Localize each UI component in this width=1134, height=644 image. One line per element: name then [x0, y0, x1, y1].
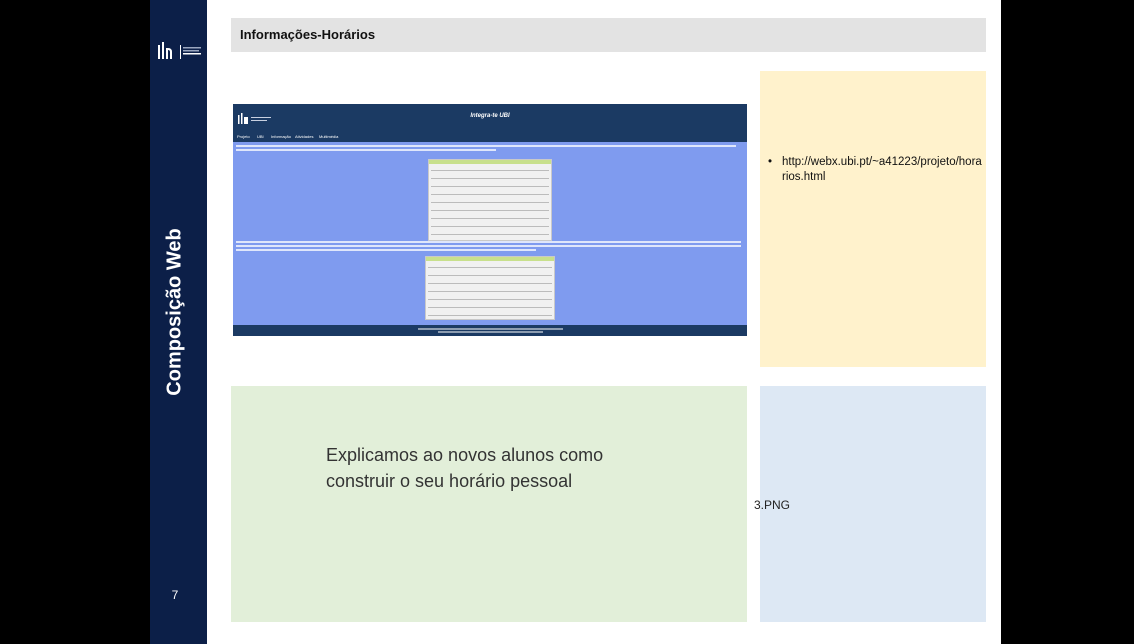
- description-box: Explicamos ao novos alunos como construi…: [231, 386, 747, 622]
- description-text: Explicamos ao novos alunos como construi…: [326, 445, 604, 491]
- website-screenshot: Integra-te UBI Projeto UBI Informação At…: [233, 104, 747, 336]
- slide-canvas: Informações-Horários Integra-te UBI Proj…: [207, 0, 1001, 644]
- slide-title: Informações-Horários: [240, 27, 376, 42]
- right-letterbox: [1001, 0, 1134, 644]
- screenshot-text-line: [236, 145, 736, 147]
- screenshot-text-line: [236, 249, 536, 251]
- link-box: • http://webx.ubi.pt/~a41223/projeto/hor…: [760, 71, 986, 367]
- screenshot-nav-item: Projeto: [237, 134, 250, 139]
- bullet: •: [768, 156, 773, 168]
- image-caption: 3.PNG: [754, 498, 791, 512]
- screenshot-nav-item: Informação: [271, 134, 292, 139]
- screenshot-schedule-table: [428, 159, 552, 241]
- screenshot-schedule-table: [425, 256, 555, 320]
- image-caption-box: 3.PNG: [754, 386, 986, 622]
- screenshot-footer: [233, 325, 747, 336]
- screenshot-navbar: Projeto UBI Informação Atividades Multim…: [233, 132, 747, 142]
- slide-header: Informações-Horários: [231, 18, 986, 52]
- screenshot-text-line: [236, 241, 741, 243]
- screenshot-nav-item: UBI: [257, 134, 264, 139]
- ubi-logo-icon: [158, 42, 201, 59]
- screenshot-nav-item: Multimédia: [319, 134, 339, 139]
- page-number: 7: [171, 588, 179, 602]
- screenshot-topbar: Integra-te UBI: [233, 104, 747, 132]
- screenshot-footer-text: [438, 331, 543, 333]
- left-letterbox: [0, 0, 150, 644]
- vertical-course-title: Composição Web: [163, 228, 186, 396]
- screenshot-site-title: Integra-te UBI: [470, 113, 510, 119]
- project-url-link[interactable]: http://webx.ubi.pt/~a41223/projeto/horar…: [782, 155, 982, 185]
- screenshot-text-line: [236, 149, 496, 151]
- screenshot-footer-text: [418, 328, 563, 330]
- screenshot-text-line: [236, 245, 741, 247]
- screenshot-nav-item: Atividades: [295, 134, 314, 139]
